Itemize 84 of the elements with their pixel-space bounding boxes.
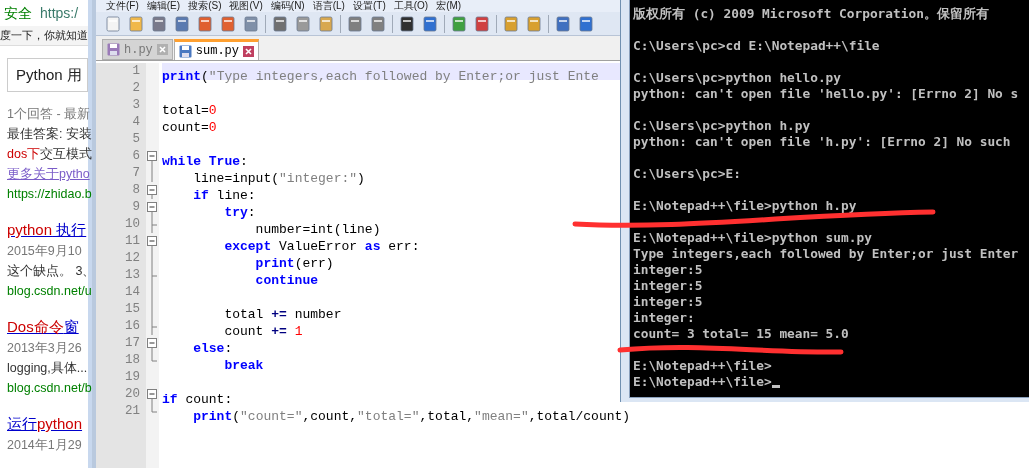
console-line: C:\Users\pc>python h.py (633, 118, 811, 134)
code-line: if count: (162, 392, 233, 407)
console-line: E:\Notepad++\file>python h.py (633, 198, 857, 214)
fold-minus-icon[interactable] (147, 236, 157, 250)
code-line: number=int(line) (254, 222, 381, 237)
line-number: 11 (124, 233, 141, 250)
line-number: 19 (124, 369, 141, 386)
console-line: count= 3 total= 15 mean= 5.0 (633, 326, 849, 342)
console-line: integer:5 (633, 294, 703, 310)
console-line: E:\Notepad++\file> (633, 374, 772, 390)
code-line: print("count=",count,"total=",total,"mean=",total/count) (192, 409, 631, 424)
code-line: except ValueError as err: (223, 239, 420, 254)
console-line: integer: (633, 310, 695, 326)
code-line: try: (223, 205, 256, 220)
code-line: print(err) (254, 256, 334, 271)
console-line: python: can't open file 'h.py': [Errno 2] No such (633, 134, 1011, 150)
code-line: total += number (223, 307, 342, 322)
result-snippet: 1个回答 - 最新 (7, 106, 88, 123)
line-number: 2 (131, 80, 141, 97)
fold-minus-icon[interactable] (147, 185, 157, 199)
console-line: E:\Notepad++\file>python sum.py (633, 230, 872, 246)
line-number: 7 (131, 165, 141, 182)
code-line: if line: (192, 188, 256, 203)
menu-item[interactable]: 搜索(S) (188, 0, 222, 12)
menu-item[interactable]: 编码(N) (270, 0, 305, 12)
menu-item[interactable]: 文件(F) (106, 0, 139, 12)
fold-minus-icon[interactable] (147, 202, 157, 216)
line-number: 1 (131, 63, 141, 80)
console-line: C:\Users\pc>cd E:\Notepad++\file (633, 38, 880, 54)
console-line: C:\Users\pc>E: (633, 166, 741, 182)
menu-item[interactable]: 设置(T) (352, 0, 386, 12)
line-number: 14 (124, 284, 141, 301)
line-number: 16 (124, 318, 141, 335)
console-line: C:\Users\pc>python hello.py (633, 70, 842, 86)
slogan-text: 度一下，你就知道 (0, 27, 88, 43)
close-icon[interactable] (156, 44, 168, 55)
code-line: count += 1 (223, 324, 303, 339)
menu-item[interactable]: 工具(O) (393, 0, 429, 12)
line-number: 4 (131, 114, 141, 131)
line-number: 21 (124, 403, 141, 420)
console-line: 版权所有 (c) 2009 Microsoft Corporation。保留所有 (633, 6, 989, 22)
line-number: 3 (131, 97, 141, 114)
menu-item[interactable]: 语言(L) (312, 0, 345, 12)
code-line: while True: (162, 154, 248, 169)
menu-item[interactable]: 宏(M) (436, 0, 462, 12)
code-line: count=0 (162, 120, 217, 135)
result-snippet: logging,具体... (7, 360, 88, 377)
line-number: 15 (124, 301, 141, 318)
line-number: 10 (124, 216, 141, 233)
console-line: E:\Notepad++\file> (633, 358, 772, 374)
result-snippet: 2014年1月29 (7, 437, 83, 454)
code-line: else: (192, 341, 233, 356)
fold-minus-icon[interactable] (147, 389, 157, 403)
menu-item[interactable]: 编辑(E) (146, 0, 181, 12)
close-icon[interactable] (243, 45, 255, 57)
line-number: 8 (131, 182, 141, 199)
result-title-link[interactable]: Dos命令窗 (7, 316, 79, 338)
security-label: 安全 (4, 3, 32, 23)
line-number: 6 (131, 148, 141, 165)
console-line: integer:5 (633, 262, 703, 278)
fold-minus-icon[interactable] (147, 338, 157, 352)
result-snippet: 这个缺点。 3、 (7, 263, 88, 280)
line-number: 13 (124, 267, 141, 284)
search-field[interactable]: Python 用 (7, 58, 88, 92)
fold-minus-icon[interactable] (147, 151, 157, 165)
line-number: 12 (124, 250, 141, 267)
menu-item[interactable]: 视图(V) (229, 0, 263, 12)
console-line: Type integers,each followed by Enter;or just Enter (633, 246, 1019, 262)
line-number: 5 (131, 131, 141, 148)
code-line: continue (254, 273, 319, 288)
line-number: 9 (131, 199, 141, 216)
url-text[interactable]: https:/ (40, 2, 79, 24)
result-snippet: 2015年9月10 (7, 243, 83, 260)
console-line: python: can't open file 'hello.py': [Errno 2] No s (633, 86, 1019, 102)
line-number: 17 (124, 335, 141, 352)
file-tab[interactable]: sum.py (173, 39, 260, 60)
code-line: print("Type integers,each followed by Enter;or just Ente (162, 69, 599, 84)
code-line: break (223, 358, 264, 373)
line-number: 18 (124, 352, 141, 369)
code-line: total=0 (162, 103, 217, 118)
result-snippet: 2013年3月26 (7, 340, 83, 357)
code-line: line=input("integer:") (192, 171, 365, 186)
console-line: integer:5 (633, 278, 703, 294)
line-number: 20 (124, 386, 141, 403)
